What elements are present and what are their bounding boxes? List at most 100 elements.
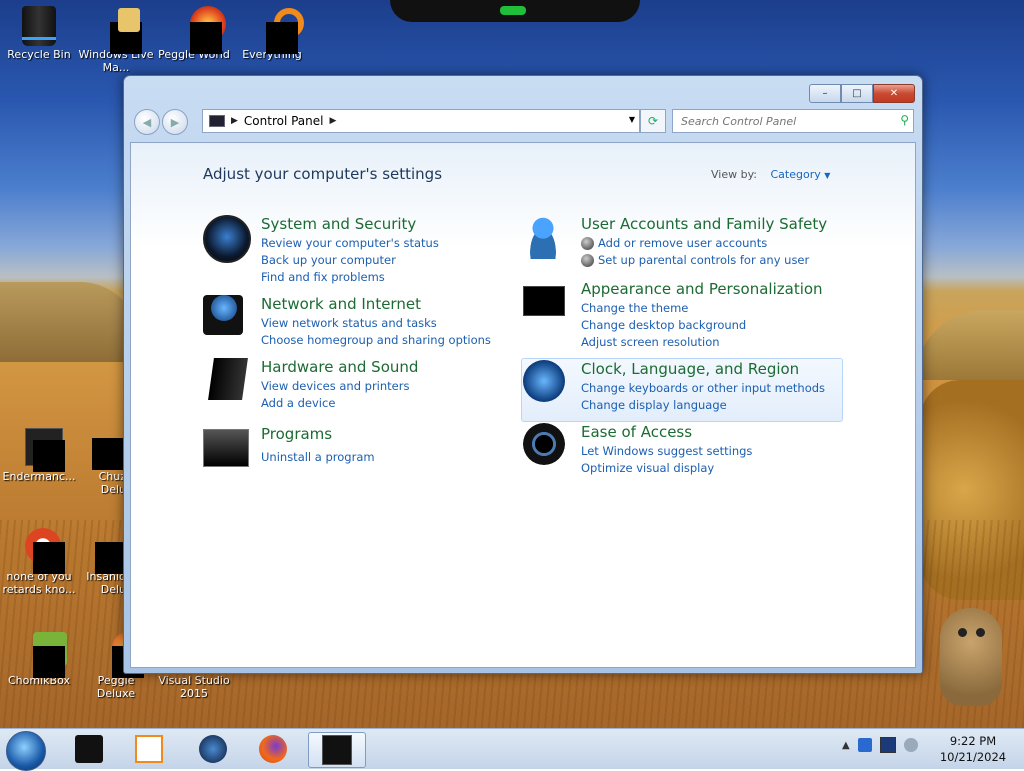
link-parental-controls[interactable]: Set up parental controls for any user [581, 252, 809, 269]
wallpaper-hill-left [0, 282, 140, 362]
link-back-up[interactable]: Back up your computer [261, 252, 439, 269]
link-screen-resolution[interactable]: Adjust screen resolution [581, 334, 746, 351]
network-globe-icon [203, 295, 243, 335]
system-tray: ▲ [842, 737, 918, 753]
link-text: Set up parental controls for any user [598, 253, 810, 267]
search-input[interactable] [679, 113, 893, 129]
redacted-icon [33, 542, 65, 574]
desktop-icon-recycle-bin[interactable]: Recycle Bin [1, 6, 77, 61]
taskbar-clock[interactable]: 9:22 PM 10/21/2024 [930, 733, 1016, 765]
clock-time: 9:22 PM [949, 734, 997, 748]
link-add-device[interactable]: Add a device [261, 395, 409, 412]
taskbar: ▲ 9:22 PM 10/21/2024 [0, 728, 1024, 771]
taskbar-app-firefox[interactable] [248, 732, 298, 766]
category-title[interactable]: User Accounts and Family Safety [581, 215, 827, 233]
redacted-icon [92, 438, 124, 470]
redacted-icon [190, 22, 222, 54]
address-bar[interactable]: ▶ Control Panel ▶ ▼ [202, 109, 640, 133]
users-icon [523, 215, 563, 259]
wallpaper-hill-right [915, 310, 1024, 380]
link-add-remove-users[interactable]: Add or remove user accounts [581, 235, 809, 252]
breadcrumb-separator-icon[interactable]: ▶ [330, 116, 337, 126]
link-homegroup[interactable]: Choose homegroup and sharing options [261, 332, 491, 349]
link-change-theme[interactable]: Change the theme [581, 300, 746, 317]
breadcrumb-control-panel[interactable]: Control Panel [244, 114, 324, 128]
desktop-icon-chomikbox[interactable]: ChomikBox [1, 632, 77, 687]
category-title[interactable]: Hardware and Sound [261, 358, 418, 376]
maximize-button[interactable]: □ [841, 84, 873, 103]
gopher-eye-icon [976, 628, 985, 637]
forward-button[interactable]: ▶ [162, 109, 188, 135]
show-hidden-icons-button[interactable]: ▲ [842, 740, 850, 751]
view-by: View by: Category ▼ [711, 168, 830, 181]
admin-shield-icon [581, 254, 594, 267]
refresh-button[interactable]: ⟳ [640, 109, 666, 133]
category-title[interactable]: Network and Internet [261, 295, 421, 313]
close-button[interactable]: ✕ [873, 84, 915, 103]
desktop-icon-everything[interactable]: Everything [234, 6, 310, 61]
desktop-icon-label: Recycle Bin [7, 48, 71, 61]
category-title[interactable]: Appearance and Personalization [581, 280, 823, 298]
link-desktop-background[interactable]: Change desktop background [581, 317, 746, 334]
link-review-status[interactable]: Review your computer's status [261, 235, 439, 252]
search-icon[interactable]: ⚲ [900, 113, 909, 127]
link-display-language[interactable]: Change display language [581, 397, 825, 414]
link-keyboards[interactable]: Change keyboards or other input methods [581, 380, 825, 397]
search-box[interactable]: ⚲ [672, 109, 914, 133]
link-devices-printers[interactable]: View devices and printers [261, 378, 409, 395]
tray-app-icon[interactable] [857, 738, 872, 752]
gopher-eye-icon [958, 628, 967, 637]
desktop-icon-label: Visual Studio 2015 [158, 674, 230, 700]
clock-date: 10/21/2024 [939, 750, 1007, 764]
control-panel-icon [209, 115, 225, 127]
minimize-button[interactable]: – [809, 84, 841, 103]
desktop-icon-label: Chuz Delu [98, 470, 126, 496]
start-button[interactable] [6, 731, 46, 771]
taskbar-app-explorer[interactable] [64, 732, 114, 766]
link-optimize-display[interactable]: Optimize visual display [581, 460, 752, 477]
taskbar-app-media-player[interactable] [124, 732, 174, 766]
desktop-icon-windows-live[interactable]: Windows Live Ma... [78, 6, 154, 74]
desktop-icon-chuzzle[interactable]: Chuz Delu [86, 428, 126, 496]
link-suggest-settings[interactable]: Let Windows suggest settings [581, 443, 752, 460]
navigation-bar: ◀ ▶ ▶ Control Panel ▶ ▼ ⟳ ⚲ [132, 108, 914, 136]
desktop-icon-insaniquarium[interactable]: Insaniq Delu [80, 528, 127, 596]
recycle-bin-icon [22, 6, 56, 46]
category-title[interactable]: Clock, Language, and Region [581, 360, 799, 378]
page-title: Adjust your computer's settings [203, 165, 443, 183]
breadcrumb-separator-icon[interactable]: ▶ [231, 116, 238, 126]
desktop-icon-peggle-world[interactable]: Peggle World [156, 6, 232, 61]
back-button[interactable]: ◀ [134, 109, 160, 135]
redacted-icon [33, 440, 65, 472]
ease-of-access-icon [523, 423, 565, 465]
gadget-indicator [500, 6, 526, 15]
taskbar-app-control-panel[interactable] [308, 732, 366, 768]
network-icon[interactable] [879, 737, 896, 753]
system-security-icon [203, 215, 251, 263]
view-by-dropdown[interactable]: Category [771, 168, 821, 181]
address-dropdown-icon[interactable]: ▼ [629, 115, 635, 124]
clock-globe-icon [523, 360, 565, 402]
link-network-status[interactable]: View network status and tasks [261, 315, 491, 332]
chevron-down-icon[interactable]: ▼ [824, 171, 830, 180]
windows-live-icon [118, 8, 140, 32]
desktop-icon-none-of-you[interactable]: none of you retards kno... [1, 528, 77, 596]
volume-icon[interactable] [903, 738, 918, 752]
redacted-icon [266, 22, 298, 54]
link-uninstall[interactable]: Uninstall a program [261, 449, 375, 466]
category-title[interactable]: System and Security [261, 215, 416, 233]
category-title[interactable]: Programs [261, 425, 332, 443]
control-panel-window: – □ ✕ ◀ ▶ ▶ Control Panel ▶ ▼ ⟳ ⚲ Adjust… [123, 75, 923, 674]
taskbar-app-globe[interactable] [188, 732, 238, 766]
desktop-icon-endermanch[interactable]: Endermanc... [1, 428, 77, 483]
printer-speaker-icon [208, 358, 248, 400]
view-by-label: View by: [711, 168, 757, 181]
media-player-icon [135, 735, 163, 763]
monitor-icon [523, 286, 565, 316]
category-title[interactable]: Ease of Access [581, 423, 692, 441]
programs-icon [203, 429, 249, 467]
firefox-icon [259, 735, 287, 763]
gopher-desktop-pet[interactable] [940, 608, 1002, 706]
link-fix-problems[interactable]: Find and fix problems [261, 269, 439, 286]
desktop-gadget [390, 0, 640, 22]
